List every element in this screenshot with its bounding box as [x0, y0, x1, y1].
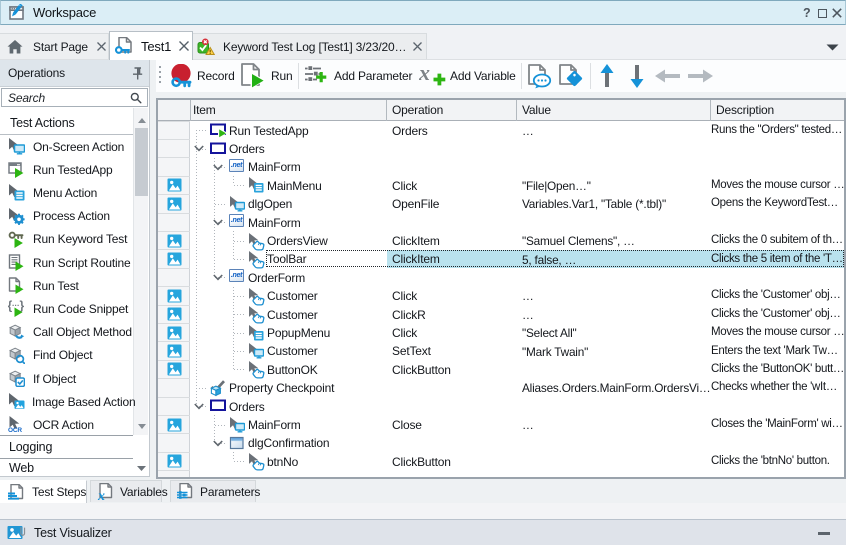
svg-text:OCR: OCR — [8, 427, 22, 433]
svg-text:x: x — [419, 63, 430, 85]
svg-text:}: } — [20, 300, 25, 313]
svg-text:x: x — [97, 489, 105, 500]
